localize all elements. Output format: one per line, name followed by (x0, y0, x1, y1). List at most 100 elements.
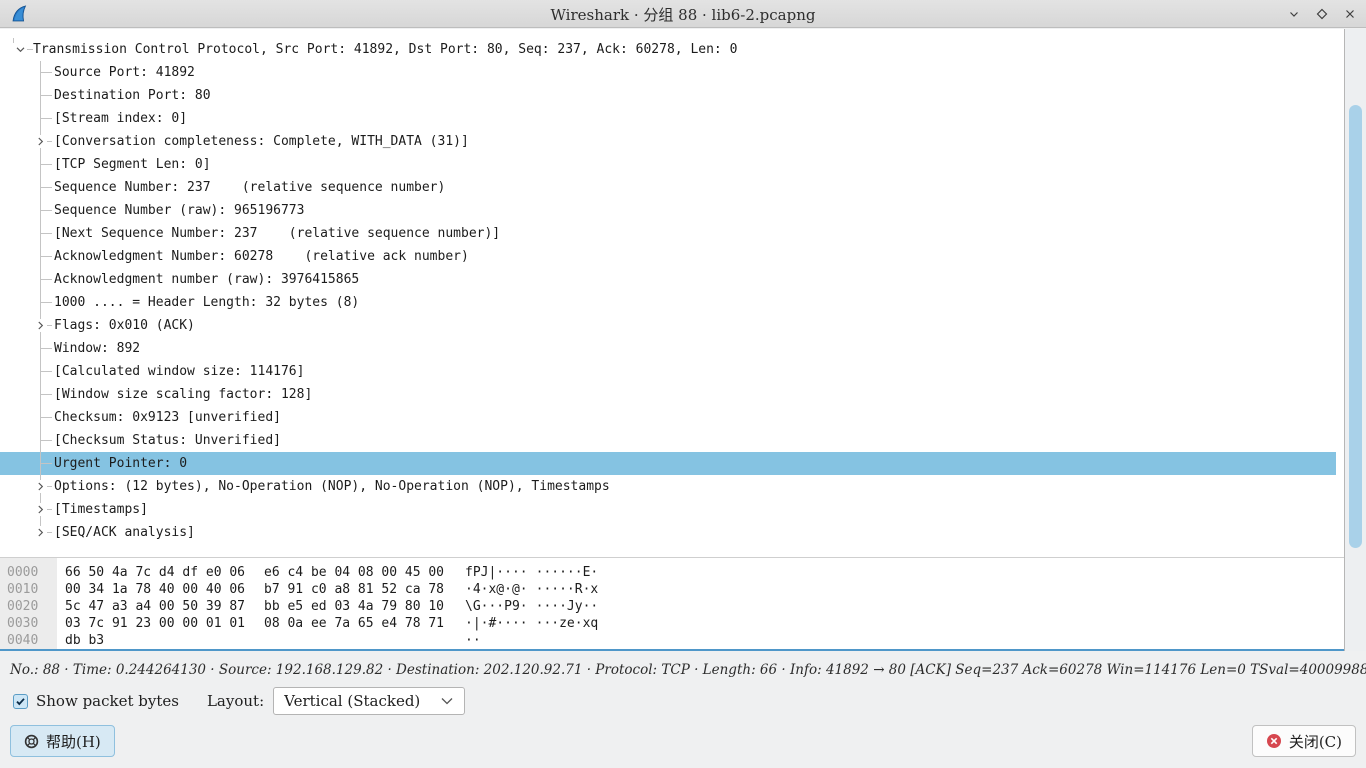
packet-status-line: No.: 88 · Time: 0.244264130 · Source: 19… (10, 662, 1356, 678)
hex-offset: 0040 (0, 632, 57, 649)
chevron-right-icon[interactable] (34, 319, 47, 332)
hex-offset: 0010 (0, 581, 57, 598)
tree-row[interactable]: [SEQ/ACK analysis] (0, 521, 1336, 544)
tree-row[interactable]: Urgent Pointer: 0 (0, 452, 1336, 475)
hex-bytes: 00 34 1a 78 40 00 40 06 (65, 581, 246, 598)
tree-row-label: Options: (12 bytes), No-Operation (NOP),… (54, 479, 610, 494)
hex-ascii: ·····R·x (536, 581, 599, 598)
hex-ascii: ···ze·xq (536, 615, 599, 632)
tree-row-label: Transmission Control Protocol, Src Port:… (33, 42, 737, 57)
hex-bytes (264, 632, 445, 649)
tree-row-label: [Window size scaling factor: 128] (54, 387, 312, 402)
chevron-right-icon[interactable] (34, 480, 47, 493)
tree-row[interactable]: [Checksum Status: Unverified] (0, 429, 1336, 452)
tree-row[interactable]: Window: 892 (0, 337, 1336, 360)
hex-bytes: b7 91 c0 a8 81 52 ca 78 (264, 581, 445, 598)
tree-row[interactable]: [Next Sequence Number: 237 (relative seq… (0, 222, 1336, 245)
tree-row[interactable]: [Window size scaling factor: 128] (0, 383, 1336, 406)
tree-connector (40, 279, 52, 280)
packet-detail-tree: Transmission Control Protocol, Src Port:… (0, 29, 1336, 544)
maximize-button[interactable] (1314, 6, 1330, 22)
tree-connector (40, 256, 52, 257)
hex-offset: 0030 (0, 615, 57, 632)
hex-ascii: ·|·#···· (465, 615, 528, 632)
tree-row-label: [Timestamps] (54, 502, 148, 517)
hex-offset: 0020 (0, 598, 57, 615)
tree-connector (40, 371, 52, 372)
chevron-right-icon[interactable] (34, 135, 47, 148)
tree-row-label: [Next Sequence Number: 237 (relative seq… (54, 226, 500, 241)
tree-connector (40, 233, 52, 234)
close-circle-icon (1266, 733, 1282, 749)
hex-bytes: 08 0a ee 7a 65 e4 78 71 (264, 615, 445, 632)
layout-dropdown-value: Vertical (Stacked) (284, 692, 420, 710)
tree-row[interactable]: Flags: 0x010 (ACK) (0, 314, 1336, 337)
tree-connector (40, 164, 52, 165)
tree-connector (40, 72, 52, 73)
tree-row[interactable]: Checksum: 0x9123 [unverified] (0, 406, 1336, 429)
tree-row[interactable]: Source Port: 41892 (0, 61, 1336, 84)
chevron-right-icon[interactable] (34, 526, 47, 539)
tree-row-label: [Stream index: 0] (54, 111, 187, 126)
tree-row[interactable]: [Timestamps] (0, 498, 1336, 521)
tree-connector (40, 302, 52, 303)
tree-row[interactable]: [Conversation completeness: Complete, WI… (0, 130, 1336, 153)
tree-connector (40, 417, 52, 418)
chevron-down-icon[interactable] (14, 43, 27, 56)
tree-row[interactable]: Destination Port: 80 (0, 84, 1336, 107)
help-button-label: 帮助(H) (46, 731, 101, 752)
tree-row-label: Sequence Number: 237 (relative sequence … (54, 180, 445, 195)
tree-row[interactable]: [Stream index: 0] (0, 107, 1336, 130)
close-window-button[interactable] (1342, 6, 1358, 22)
hex-row[interactable]: 0020 5c 47 a3 a4 00 50 39 87 bb e5 ed 03 4… (0, 598, 1344, 615)
close-button[interactable]: 关闭(C) (1252, 725, 1356, 757)
tree-row-label: [TCP Segment Len: 0] (54, 157, 211, 172)
hex-bytes: 03 7c 91 23 00 00 01 01 (65, 615, 246, 632)
tree-row[interactable]: Acknowledgment Number: 60278 (relative a… (0, 245, 1336, 268)
packet-detail-pane: Transmission Control Protocol, Src Port:… (0, 29, 1344, 557)
hex-bytes: e6 c4 be 04 08 00 45 00 (264, 564, 445, 581)
hex-bytes: 5c 47 a3 a4 00 50 39 87 (65, 598, 246, 615)
title-bar: Wireshark · 分组 88 · lib6-2.pcapng (0, 0, 1366, 28)
tree-connector (40, 95, 52, 96)
hex-ascii: fPJ|···· (465, 564, 528, 581)
hex-ascii: \G···P9· (465, 598, 528, 615)
tree-row[interactable]: Sequence Number: 237 (relative sequence … (0, 176, 1336, 199)
scrollbar-thumb[interactable] (1349, 105, 1362, 548)
hex-bytes: bb e5 ed 03 4a 79 80 10 (264, 598, 445, 615)
tree-row-label: Sequence Number (raw): 965196773 (54, 203, 304, 218)
chevron-right-icon[interactable] (34, 503, 47, 516)
window-title: Wireshark · 分组 88 · lib6-2.pcapng (0, 4, 1366, 25)
tree-connector (40, 187, 52, 188)
tree-connector (40, 210, 52, 211)
hex-row[interactable]: 0040db b3·· (0, 632, 1344, 649)
show-packet-bytes-checkbox[interactable] (13, 694, 28, 709)
window-controls (1286, 0, 1358, 28)
tree-row[interactable]: Transmission Control Protocol, Src Port:… (0, 38, 1336, 61)
tree-scrollbar[interactable] (1344, 29, 1366, 651)
tree-row[interactable]: 1000 .... = Header Length: 32 bytes (8) (0, 291, 1336, 314)
tree-row[interactable]: Acknowledgment number (raw): 3976415865 (0, 268, 1336, 291)
tree-row[interactable]: Sequence Number (raw): 965196773 (0, 199, 1336, 222)
tree-connector (40, 118, 52, 119)
hex-row[interactable]: 0010 00 34 1a 78 40 00 40 06 b7 91 c0 a8 8… (0, 581, 1344, 598)
close-button-label: 关闭(C) (1289, 731, 1342, 752)
hex-offset: 0000 (0, 564, 57, 581)
hex-ascii: ·· (465, 632, 481, 649)
tree-row-label: 1000 .... = Header Length: 32 bytes (8) (54, 295, 359, 310)
layout-dropdown[interactable]: Vertical (Stacked) (273, 687, 465, 715)
tree-row-label: Checksum: 0x9123 [unverified] (54, 410, 281, 425)
tree-row[interactable]: Options: (12 bytes), No-Operation (NOP),… (0, 475, 1336, 498)
tree-row-label: Flags: 0x010 (ACK) (54, 318, 195, 333)
hex-bytes: 66 50 4a 7c d4 df e0 06 (65, 564, 246, 581)
hex-row[interactable]: 0030 03 7c 91 23 00 00 01 01 08 0a ee 7a 6… (0, 615, 1344, 632)
tree-row-label: [SEQ/ACK analysis] (54, 525, 195, 540)
help-buoy-icon (24, 734, 39, 749)
help-button[interactable]: 帮助(H) (10, 725, 115, 757)
minimize-button[interactable] (1286, 6, 1302, 22)
tree-connector (40, 394, 52, 395)
tree-row[interactable]: [Calculated window size: 114176] (0, 360, 1336, 383)
hex-row[interactable]: 0000 66 50 4a 7c d4 df e0 06 e6 c4 be 04 0… (0, 564, 1344, 581)
tree-row[interactable]: [TCP Segment Len: 0] (0, 153, 1336, 176)
tree-row-label: Source Port: 41892 (54, 65, 195, 80)
